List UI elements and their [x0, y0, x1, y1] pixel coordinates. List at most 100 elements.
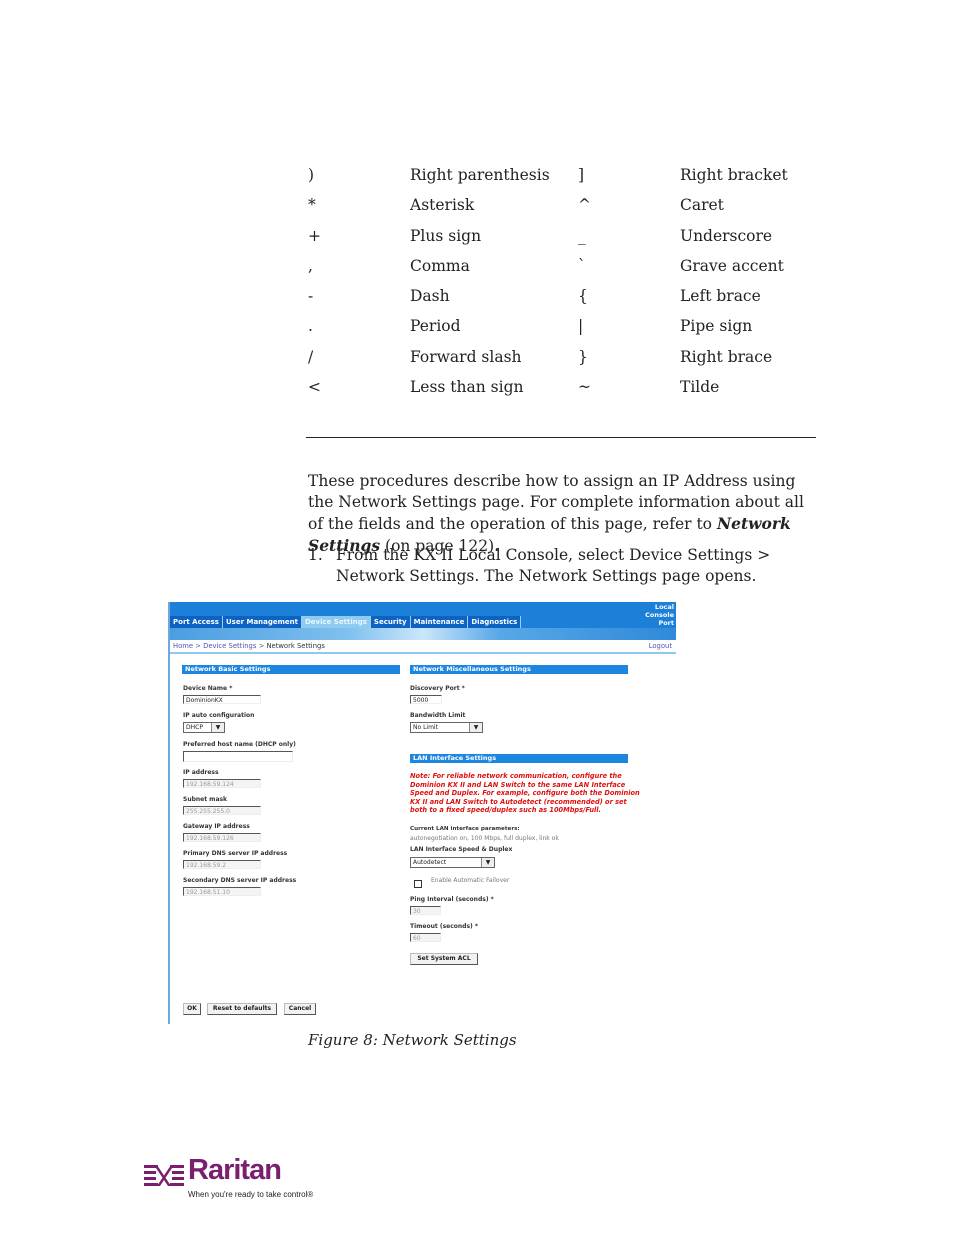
- raritan-wordmark: Raritan: [188, 1154, 282, 1186]
- tab-bar: Port Access User Management Device Setti…: [170, 616, 522, 628]
- symbol-name: Dash: [410, 287, 450, 306]
- symbol: .: [308, 317, 313, 336]
- ok-button[interactable]: OK: [183, 1003, 201, 1015]
- tab-maintenance[interactable]: Maintenance: [410, 616, 469, 628]
- cancel-button[interactable]: Cancel: [284, 1003, 316, 1015]
- secondary-dns-label: Secondary DNS server IP address: [183, 877, 297, 884]
- symbol-name: Caret: [680, 196, 724, 215]
- tab-port-access[interactable]: Port Access: [170, 616, 223, 628]
- ping-interval-input[interactable]: 30: [410, 906, 441, 915]
- symbol: |: [578, 317, 584, 336]
- symbol-name: Plus sign: [410, 226, 482, 245]
- secondary-dns-input[interactable]: 192.168.51.10: [183, 887, 261, 896]
- symbol: ,: [308, 256, 313, 275]
- table-row: < Less than sign ~ Tilde: [308, 378, 818, 408]
- subnet-mask-input[interactable]: 255.255.255.0: [183, 806, 261, 815]
- device-name-input[interactable]: DominionKX: [183, 695, 261, 704]
- automatic-failover-checkbox[interactable]: [414, 880, 422, 888]
- symbol: -: [308, 287, 314, 306]
- current-lan-params-value: autonegotiation on, 100 Mbps, full duple…: [410, 835, 559, 842]
- local-console-port-label: Local Console Port: [645, 603, 674, 627]
- lan-speed-select[interactable]: Autodetect ▼: [410, 857, 495, 868]
- local-label: Local: [654, 603, 674, 611]
- table-row: / Forward slash} Right brace: [308, 348, 818, 378]
- symbol-name: Tilde: [680, 378, 720, 397]
- breadcrumb: Home > Device Settings > Network Setting…: [170, 640, 676, 654]
- symbol-name: Grave accent: [680, 256, 784, 275]
- discovery-port-input[interactable]: 5000: [410, 695, 442, 704]
- figure-caption: Figure 8: Network Settings: [308, 1031, 517, 1049]
- gateway-label: Gateway IP address: [183, 823, 250, 830]
- ip-auto-config-label: IP auto configuration: [183, 712, 255, 719]
- special-characters-table: ) Right parenthesis] Right bracket * Asteri…: [308, 166, 818, 408]
- symbol-name: Right parenthesis: [410, 166, 550, 184]
- table-row: + Plus sign _ Underscore: [308, 227, 818, 257]
- ip-address-label: IP address: [183, 769, 219, 776]
- table-row: ) Right parenthesis] Right bracket: [308, 166, 818, 196]
- gateway-input[interactable]: 192.168.59.126: [183, 833, 261, 842]
- set-system-acl-button[interactable]: Set System ACL: [410, 953, 478, 965]
- bandwidth-limit-label: Bandwidth Limit: [410, 712, 466, 719]
- primary-dns-label: Primary DNS server IP address: [183, 850, 288, 857]
- section-divider: [306, 437, 816, 438]
- table-row: , Comma ` Grave accent: [308, 257, 818, 287]
- breadcrumb-separator: >: [256, 642, 267, 650]
- ping-interval-label: Ping Interval (seconds) *: [410, 896, 494, 903]
- symbol: ~: [578, 378, 591, 397]
- breadcrumb-separator: >: [193, 642, 204, 650]
- symbol: }: [578, 347, 588, 366]
- symbol-name: Underscore: [680, 226, 773, 245]
- symbol-name: Right bracket: [680, 166, 788, 184]
- symbol: {: [578, 287, 588, 306]
- symbol-name: Right brace: [680, 347, 773, 366]
- tab-device-settings[interactable]: Device Settings: [302, 616, 371, 628]
- raritan-emblem-icon: [144, 1165, 184, 1186]
- preferred-host-label: Preferred host name (DHCP only): [183, 741, 296, 748]
- symbol: ^: [578, 196, 591, 215]
- lan-interface-settings-header: LAN Interface Settings: [410, 754, 628, 763]
- tab-security[interactable]: Security: [370, 616, 411, 628]
- bandwidth-limit-value: No Limit: [413, 724, 438, 731]
- ip-auto-config-value: DHCP: [186, 724, 203, 731]
- breadcrumb-home[interactable]: Home: [173, 642, 193, 650]
- lan-note: Note: For reliable network communication…: [410, 772, 640, 814]
- timeout-label: Timeout (seconds) *: [410, 923, 478, 930]
- port-label: Port: [658, 619, 674, 627]
- network-settings-screenshot: Port Access User Management Device Setti…: [168, 602, 676, 1024]
- step-number: 1.: [308, 546, 323, 564]
- primary-dns-input[interactable]: 192.168.59.2: [183, 860, 261, 869]
- step-text: From the KX II Local Console, select Dev…: [336, 546, 771, 585]
- preferred-host-input[interactable]: [183, 751, 293, 762]
- table-row: . Period | Pipe sign: [308, 317, 818, 347]
- symbol: /: [308, 347, 314, 366]
- symbol: `: [578, 256, 586, 275]
- network-basic-settings-header: Network Basic Settings: [182, 665, 400, 674]
- timeout-input[interactable]: 60: [410, 933, 441, 942]
- tab-diagnostics[interactable]: Diagnostics: [468, 616, 522, 628]
- discovery-port-label: Discovery Port *: [410, 685, 465, 692]
- tab-user-management[interactable]: User Management: [222, 616, 302, 628]
- ip-auto-config-select[interactable]: DHCP ▼: [183, 722, 225, 733]
- breadcrumb-device-settings[interactable]: Device Settings: [203, 642, 256, 650]
- table-row: - Dash { Left brace: [308, 287, 818, 317]
- automatic-failover-label: Enable Automatic Failover: [431, 877, 510, 884]
- symbol-name: Asterisk: [410, 196, 475, 215]
- logout-link[interactable]: Logout: [649, 640, 672, 652]
- symbol: ]: [578, 166, 585, 184]
- symbol: <: [308, 378, 321, 397]
- dropdown-arrow-icon[interactable]: ▼: [481, 858, 494, 867]
- symbol-name: Pipe sign: [680, 317, 753, 336]
- lan-speed-label: LAN Interface Speed & Duplex: [410, 846, 513, 853]
- dropdown-arrow-icon[interactable]: ▼: [211, 723, 224, 732]
- table-row: * Asterisk ^ Caret: [308, 196, 818, 226]
- symbol-name: Forward slash: [410, 347, 522, 366]
- breadcrumb-current: Network Settings: [266, 642, 325, 650]
- reset-to-defaults-button[interactable]: Reset to defaults: [207, 1003, 277, 1015]
- subnet-mask-label: Subnet mask: [183, 796, 228, 803]
- symbol: *: [308, 196, 316, 215]
- symbol-name: Left brace: [680, 287, 761, 306]
- ip-address-input[interactable]: 192.168.59.124: [183, 779, 261, 788]
- bandwidth-limit-select[interactable]: No Limit ▼: [410, 722, 483, 733]
- symbol-name: Period: [410, 317, 461, 336]
- dropdown-arrow-icon[interactable]: ▼: [469, 723, 482, 732]
